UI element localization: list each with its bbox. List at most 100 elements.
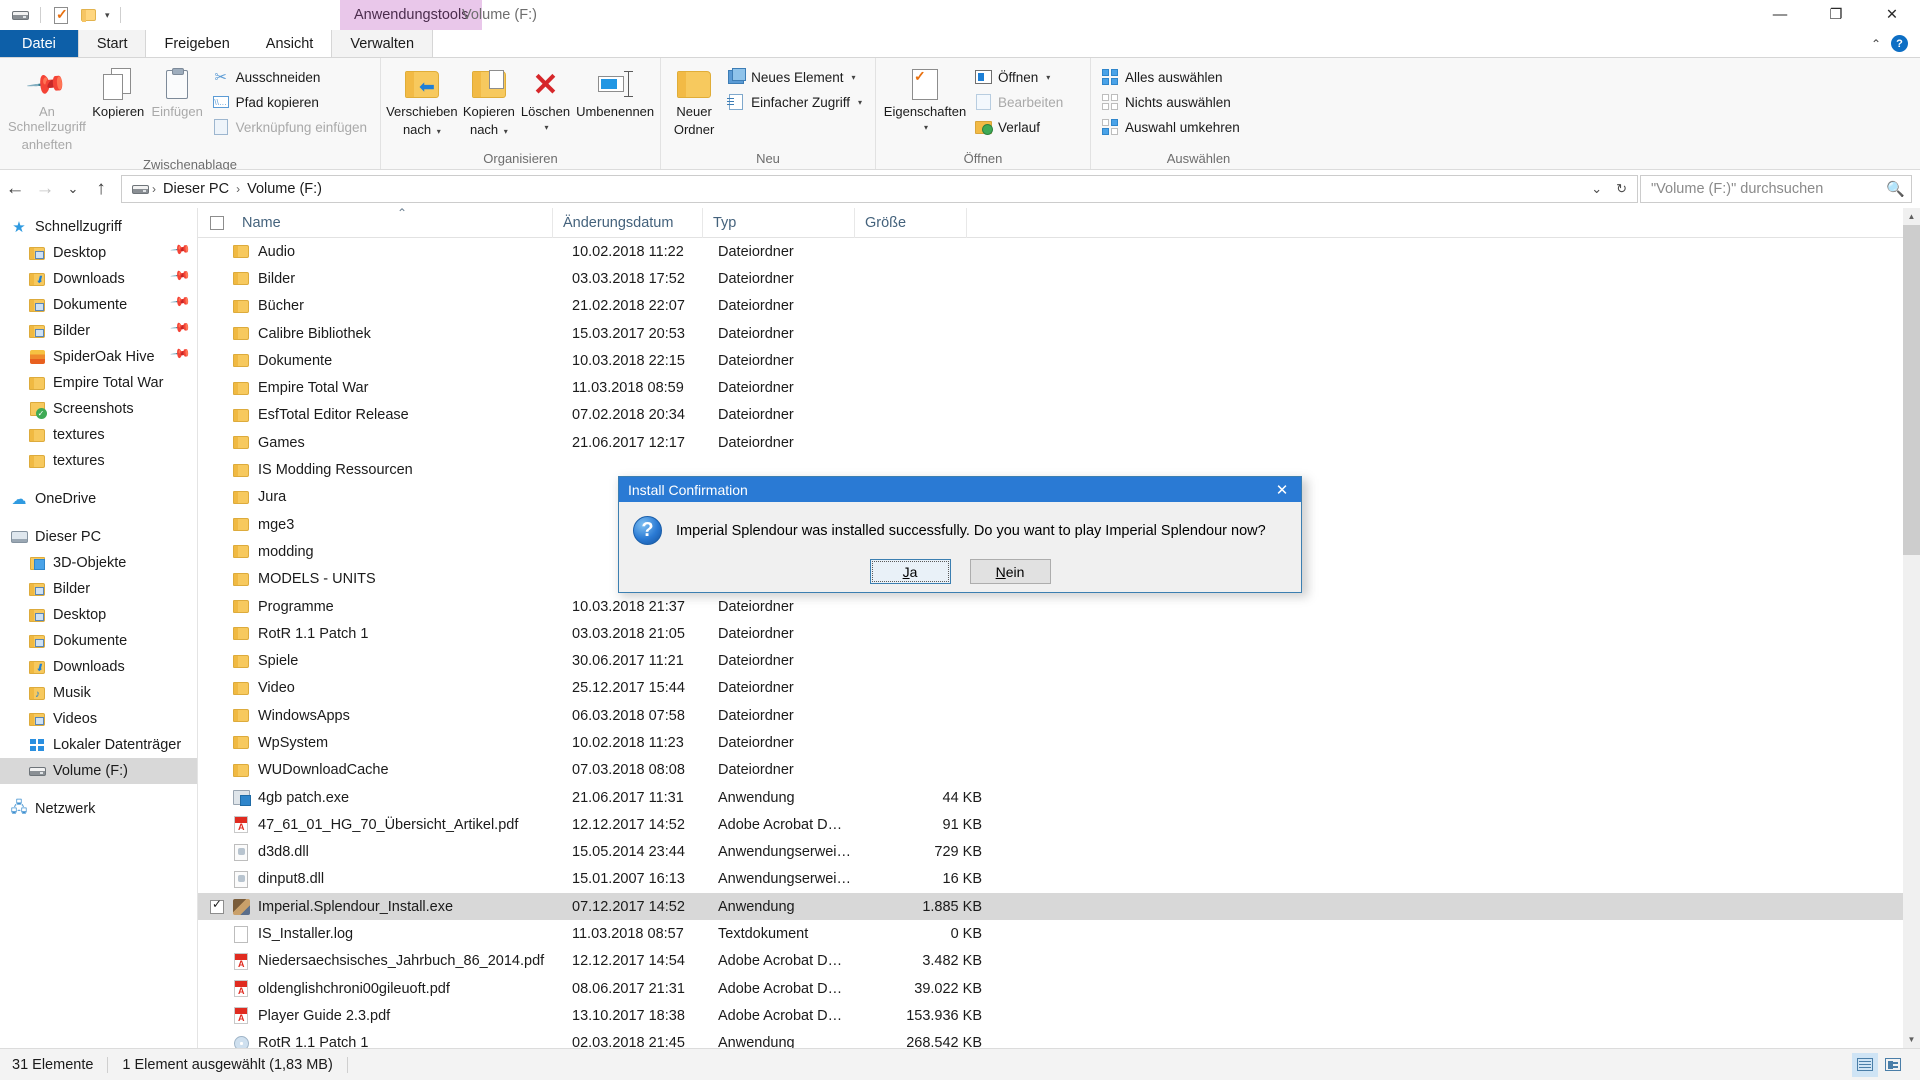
table-row[interactable]: oldenglishchroni00gileuoft.pdf 08.06.2017… [198,975,1903,1002]
drive-icon[interactable] [10,5,30,25]
table-row[interactable]: Games 21.06.2017 12:17 Dateiordner [198,429,1903,456]
sidebar-item-empire-total-war[interactable]: Empire Total War [0,370,197,396]
refresh-button[interactable]: ↻ [1610,181,1633,197]
back-button[interactable]: ← [0,174,30,204]
table-row[interactable]: EsfTotal Editor Release 07.02.2018 20:34 D… [198,402,1903,429]
table-row[interactable]: d3d8.dll 15.05.2014 23:44 Anwendungserwei…… [198,839,1903,866]
sidebar-item-textures-1[interactable]: textures [0,422,197,448]
up-button[interactable]: ↑ [86,174,116,204]
delete-caret[interactable]: ▾ [544,123,548,132]
address-dropdown-button[interactable]: ⌄ [1585,181,1608,197]
collapse-ribbon-icon[interactable]: ⌃ [1871,37,1881,51]
pin-to-quick-access-button[interactable]: 📌 An Schnellzugriff anheften [6,62,88,157]
tab-freigeben[interactable]: Freigeben [146,30,247,57]
table-row[interactable]: Calibre Bibliothek 15.03.2017 20:53 Dateio… [198,320,1903,347]
table-row[interactable]: 4gb patch.exe 21.06.2017 11:31 Anwendung 44… [198,784,1903,811]
paste-button[interactable]: Einfügen [149,62,206,124]
search-icon[interactable]: 🔍 [1886,180,1905,198]
properties-icon[interactable] [51,5,71,25]
table-row[interactable]: WpSystem 10.02.2018 11:23 Dateiordner [198,729,1903,756]
table-row[interactable]: 47_61_01_HG_70_Übersicht_Artikel.pdf 12.1… [198,811,1903,838]
column-type[interactable]: Typ [702,208,854,238]
sidebar-item-videos[interactable]: Videos [0,706,197,732]
history-button[interactable]: Verlauf [970,115,1070,139]
sidebar-item-pc-bilder[interactable]: Bilder [0,576,197,602]
customize-qat-caret[interactable]: ▾ [105,10,110,21]
table-row[interactable]: Player Guide 2.3.pdf 13.10.2017 18:38 Adob… [198,1002,1903,1029]
new-folder-button[interactable]: Neuer Ordner [667,62,721,142]
details-view-icon[interactable] [1852,1052,1878,1077]
tab-verwalten[interactable]: Verwalten [331,30,434,57]
yes-button[interactable]: Ja [869,559,951,584]
pin-icon[interactable]: 📌 [169,316,197,345]
maximize-button[interactable]: ❐ [1808,0,1864,30]
tab-ansicht[interactable]: Ansicht [248,30,332,57]
new-item-button[interactable]: Neues Element ▾ [723,65,869,89]
column-spacer[interactable] [966,208,1086,238]
row-checkbox[interactable] [210,897,224,914]
move-to-button[interactable]: ⬅ Verschieben nach ▾ [385,62,459,142]
pin-icon[interactable]: 📌 [169,238,197,267]
sidebar-item-screenshots[interactable]: Screenshots [0,396,197,422]
copy-button[interactable]: Kopieren [90,62,147,124]
sidebar-item-netzwerk[interactable]: 🖧 Netzwerk [0,796,197,822]
tile-view-icon[interactable] [1880,1053,1906,1077]
sidebar-item-pc-downloads[interactable]: ⬇ Downloads [0,654,197,680]
breadcrumb-item-volume-f[interactable]: Volume (F:) [242,181,327,197]
easy-access-caret[interactable]: ▾ [858,98,862,107]
table-row[interactable]: dinput8.dll 15.01.2007 16:13 Anwendungserw… [198,866,1903,893]
select-none-button[interactable]: Nichts auswählen [1097,90,1247,114]
scroll-up-button[interactable]: ▲ [1903,208,1920,225]
column-date-modified[interactable]: Änderungsdatum [552,208,702,238]
table-row[interactable]: WindowsApps 06.03.2018 07:58 Dateiordner [198,702,1903,729]
sidebar-item-downloads[interactable]: ⬇ Downloads 📌 [0,264,197,293]
copy-path-button[interactable]: \\… Pfad kopieren [208,90,374,114]
delete-button[interactable]: ✕ Löschen ▾ [519,62,572,136]
column-name[interactable]: Name ⌃ [232,208,552,238]
sidebar-item-3d-objekte[interactable]: 3D-Objekte [0,550,197,576]
copy-to-button[interactable]: Kopieren nach ▾ [461,62,517,142]
pin-icon[interactable]: 📌 [169,264,197,293]
column-size[interactable]: Größe [854,208,966,238]
forward-button[interactable]: → [30,174,60,204]
table-row[interactable]: Dokumente 10.03.2018 22:15 Dateiordner [198,347,1903,374]
sidebar-item-onedrive[interactable]: ☁ OneDrive [0,486,197,512]
sidebar-item-spideroak-hive[interactable]: SpiderOak Hive 📌 [0,342,197,370]
vertical-scrollbar[interactable]: ▲ ▼ [1903,208,1920,1048]
search-box[interactable]: 🔍 [1640,175,1912,203]
select-all-button[interactable]: Alles auswählen [1097,65,1247,89]
sidebar-item-musik[interactable]: ♪ Musik [0,680,197,706]
sidebar-item-this-pc[interactable]: Dieser PC [0,524,197,550]
tab-datei[interactable]: Datei [0,30,78,57]
no-button[interactable]: Nein [969,559,1051,584]
sidebar-item-pc-desktop[interactable]: Desktop [0,602,197,628]
table-row[interactable]: Empire Total War 11.03.2018 08:59 Dateiord… [198,374,1903,401]
table-row[interactable]: Spiele 30.06.2017 11:21 Dateiordner [198,647,1903,674]
sidebar-item-pc-dokumente[interactable]: Dokumente [0,628,197,654]
rename-button[interactable]: Umbenennen [574,62,656,124]
minimize-button[interactable]: — [1752,0,1808,30]
table-row[interactable]: WUDownloadCache 07.03.2018 08:08 Dateiordn… [198,757,1903,784]
new-item-caret[interactable]: ▾ [851,73,855,82]
sidebar-item-bilder[interactable]: Bilder 📌 [0,316,197,345]
breadcrumb[interactable]: › Dieser PC › Volume (F:) ⌄ ↻ [121,175,1638,203]
open-caret[interactable]: ▾ [1046,73,1050,82]
help-icon[interactable]: ? [1891,35,1908,52]
properties-button[interactable]: Eigenschaften ▾ [882,62,968,136]
recent-locations-button[interactable]: ⌄ [60,174,86,204]
search-input[interactable] [1651,181,1887,197]
scrollbar-thumb[interactable] [1903,225,1920,555]
sidebar-item-volume-f[interactable]: Volume (F:) [0,758,197,784]
invert-selection-button[interactable]: Auswahl umkehren [1097,115,1247,139]
table-row[interactable]: RotR 1.1 Patch 1 02.03.2018 21:45 Anwendun… [198,1030,1903,1048]
dialog-close-button[interactable]: ✕ [1263,477,1301,502]
properties-caret[interactable]: ▾ [924,123,928,132]
nav-section-quick-access[interactable]: ★ Schnellzugriff [0,214,197,240]
select-all-checkbox[interactable] [210,215,224,230]
sidebar-item-desktop[interactable]: Desktop 📌 [0,238,197,267]
sidebar-item-lokaler-datentraeger[interactable]: Lokaler Datenträger [0,732,197,758]
navigation-pane[interactable]: ★ Schnellzugriff Desktop 📌 ⬇ Downloads 📌… [0,208,197,1048]
table-row[interactable]: Niedersaechsisches_Jahrbuch_86_2014.pdf 1… [198,948,1903,975]
sidebar-item-dokumente[interactable]: Dokumente 📌 [0,290,197,318]
table-row[interactable]: Video 25.12.2017 15:44 Dateiordner [198,675,1903,702]
